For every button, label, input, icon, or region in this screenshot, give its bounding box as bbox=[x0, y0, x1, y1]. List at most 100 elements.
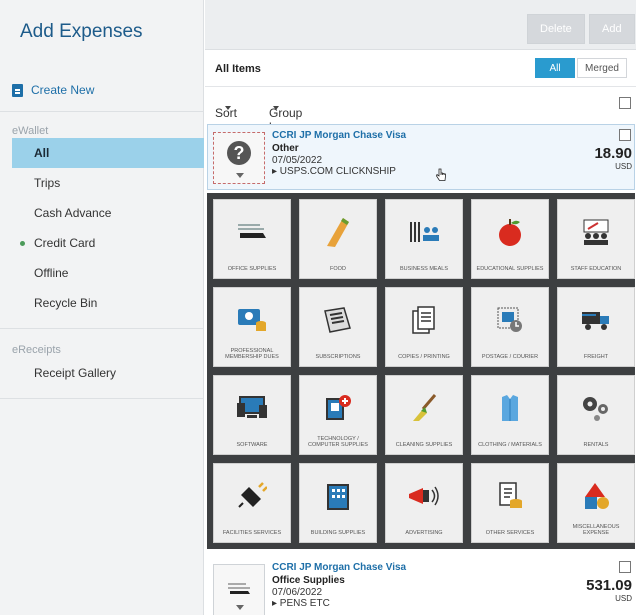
ereceipts-section-label: eReceipts bbox=[12, 344, 61, 356]
expense-type-selector[interactable] bbox=[213, 564, 265, 615]
postage-icon bbox=[472, 302, 548, 338]
expense-amount: 18.90 bbox=[594, 145, 632, 162]
category-label: FOOD bbox=[330, 266, 346, 272]
expense-amount: 531.09 bbox=[586, 577, 632, 594]
category-label: RENTALS bbox=[583, 442, 609, 448]
category-tile[interactable]: FOOD bbox=[299, 199, 377, 279]
main-panel: Delete Add All Items All Merged Sort Gro… bbox=[205, 0, 636, 615]
category-tile[interactable]: BUSINESS MEALS bbox=[385, 199, 463, 279]
sidebar-item-receipt-gallery[interactable]: Receipt Gallery bbox=[12, 358, 204, 388]
sidebar-item-label: Receipt Gallery bbox=[34, 366, 117, 380]
category-label: BUILDING SUPPLIES bbox=[310, 530, 366, 536]
category-tile[interactable]: MISCELLANEOUS EXPENSE bbox=[557, 463, 635, 543]
category-label: FACILITIES SERVICES bbox=[222, 530, 282, 536]
megaphone-icon bbox=[386, 478, 462, 514]
category-tile[interactable]: OFFICE SUPPLIES bbox=[213, 199, 291, 279]
sidebar-item-recycle-bin[interactable]: Recycle Bin bbox=[12, 288, 204, 318]
list-title: All Items bbox=[215, 63, 261, 75]
sidebar-item-trips[interactable]: Trips bbox=[12, 168, 204, 198]
apple-icon bbox=[472, 214, 548, 250]
category-tile[interactable]: PROFESSIONAL MEMBERSHIP DUES bbox=[213, 287, 291, 367]
delete-button[interactable]: Delete bbox=[527, 14, 585, 44]
expense-checkbox[interactable] bbox=[619, 561, 631, 573]
category-tile[interactable]: CLOTHING / MATERIALS bbox=[471, 375, 549, 455]
plug-icon bbox=[214, 478, 290, 514]
expense-date: 07/06/2022 bbox=[272, 587, 323, 598]
expense-category: Other bbox=[272, 143, 299, 154]
sandwich-icon bbox=[300, 214, 376, 250]
category-label: CLOTHING / MATERIALS bbox=[478, 442, 542, 448]
copies-icon bbox=[386, 302, 462, 338]
expense-currency: USD bbox=[615, 594, 632, 603]
create-new-label: Create New bbox=[31, 83, 95, 97]
divider bbox=[0, 111, 204, 112]
sidebar-item-offline[interactable]: Offline bbox=[12, 258, 204, 288]
category-label: FREIGHT bbox=[583, 354, 609, 360]
category-label: BUSINESS MEALS bbox=[400, 266, 448, 272]
category-tile[interactable]: POSTAGE / COURIER bbox=[471, 287, 549, 367]
category-tile[interactable]: FREIGHT bbox=[557, 287, 635, 367]
sidebar-item-cash-advance[interactable]: Cash Advance bbox=[12, 198, 204, 228]
expense-vendor[interactable]: ▸ PENS ETC bbox=[272, 598, 330, 609]
all-toggle-button[interactable]: All bbox=[535, 58, 575, 78]
newspaper-icon bbox=[300, 302, 376, 338]
sidebar-item-credit-card[interactable]: Credit Card bbox=[12, 228, 204, 258]
building-icon bbox=[300, 478, 376, 514]
category-tile[interactable]: BUILDING SUPPLIES bbox=[299, 463, 377, 543]
select-all-checkbox[interactable] bbox=[619, 97, 631, 109]
category-label: OFFICE SUPPLIES bbox=[227, 266, 277, 272]
expense-checkbox[interactable] bbox=[619, 129, 631, 141]
category-tile[interactable]: EDUCATIONAL SUPPLIES bbox=[471, 199, 549, 279]
chevron-down-icon bbox=[236, 173, 244, 178]
sidebar-item-all[interactable]: All bbox=[12, 138, 204, 168]
category-tile[interactable]: SOFTWARE bbox=[213, 375, 291, 455]
category-tile[interactable]: ADVERTISING bbox=[385, 463, 463, 543]
membership-card-icon bbox=[214, 302, 290, 338]
category-tile[interactable]: COPIES / PRINTING bbox=[385, 287, 463, 367]
category-tile[interactable]: RENTALS bbox=[557, 375, 635, 455]
sidebar-item-label: Offline bbox=[34, 266, 69, 280]
expense-card[interactable]: CCRI JP Morgan Chase Visa Office Supplie… bbox=[207, 556, 635, 615]
sidebar-item-label: Cash Advance bbox=[34, 206, 112, 220]
category-tile[interactable]: STAFF EDUCATION bbox=[557, 199, 635, 279]
list-header: All Items All Merged bbox=[205, 51, 636, 87]
receipt-coins-icon bbox=[472, 478, 548, 514]
truck-icon bbox=[558, 302, 634, 338]
category-tile[interactable]: OTHER SERVICES bbox=[471, 463, 549, 543]
devices-icon bbox=[214, 390, 290, 426]
shapes-icon bbox=[558, 478, 634, 514]
category-tile[interactable]: CLEANING SUPPLIES bbox=[385, 375, 463, 455]
expense-type-selector[interactable]: ? bbox=[213, 132, 265, 184]
chevron-down-icon bbox=[273, 106, 279, 110]
expense-vendor[interactable]: ▸ USPS.COM CLICKNSHIP bbox=[272, 166, 396, 177]
expense-currency: USD bbox=[615, 162, 632, 171]
status-dot-icon bbox=[20, 241, 25, 246]
category-label: SOFTWARE bbox=[236, 442, 268, 448]
category-tile[interactable]: FACILITIES SERVICES bbox=[213, 463, 291, 543]
expense-card[interactable]: ? CCRI JP Morgan Chase Visa Other 07/05/… bbox=[207, 124, 635, 190]
add-button[interactable]: Add bbox=[589, 14, 635, 44]
sidebar-item-label: All bbox=[34, 146, 50, 160]
stapler-icon bbox=[228, 583, 250, 594]
chevron-down-icon bbox=[236, 605, 244, 610]
category-label: POSTAGE / COURIER bbox=[481, 354, 539, 360]
create-new-button[interactable]: Create New bbox=[12, 80, 94, 100]
shirt-icon bbox=[472, 390, 548, 426]
divider bbox=[0, 398, 204, 399]
chevron-down-icon bbox=[225, 106, 231, 110]
meal-icon bbox=[386, 214, 462, 250]
category-label: STAFF EDUCATION bbox=[570, 266, 622, 272]
sidebar: Add Expenses Create New eWallet All Trip… bbox=[0, 0, 204, 615]
category-tile[interactable]: TECHNOLOGY / COMPUTER SUPPLIES bbox=[299, 375, 377, 455]
category-label: ADVERTISING bbox=[405, 530, 443, 536]
divider bbox=[0, 328, 204, 329]
card-name: CCRI JP Morgan Chase Visa bbox=[272, 562, 407, 573]
sort-bar: Sort Group by: None bbox=[205, 88, 636, 148]
category-label: SUBSCRIPTIONS bbox=[315, 354, 361, 360]
category-tile[interactable]: SUBSCRIPTIONS bbox=[299, 287, 377, 367]
sidebar-item-label: Recycle Bin bbox=[34, 296, 98, 310]
category-label: TECHNOLOGY / COMPUTER SUPPLIES bbox=[308, 436, 368, 448]
merged-toggle-button[interactable]: Merged bbox=[577, 58, 627, 78]
expense-category: Office Supplies bbox=[272, 575, 345, 586]
classroom-icon bbox=[558, 214, 634, 250]
